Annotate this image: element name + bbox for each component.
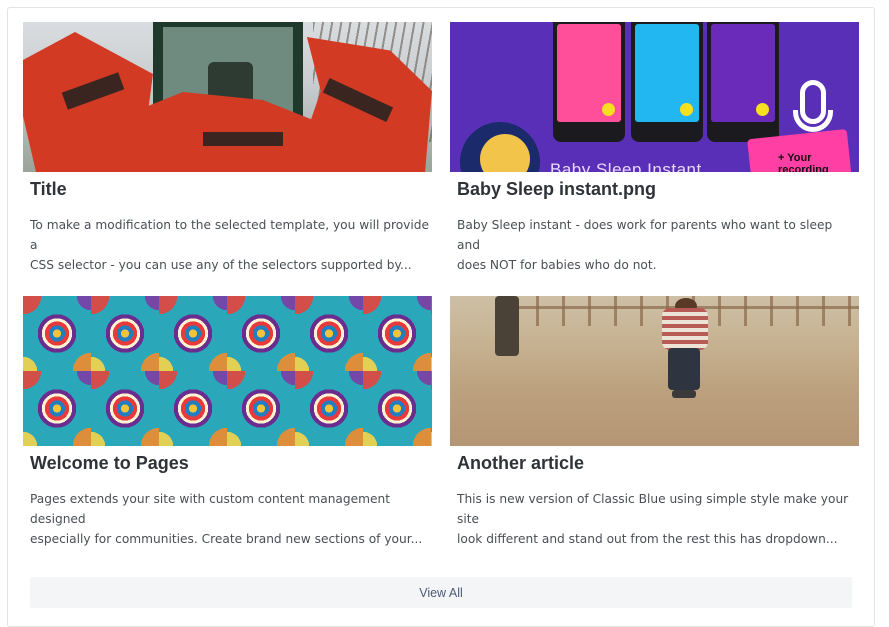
article-thumbnail[interactable]: Baby Sleep Instant + Your recording <box>450 22 859 172</box>
image-banner-text: Baby Sleep Instant <box>550 160 702 172</box>
view-all-button[interactable]: View All <box>30 577 852 608</box>
image-badge-text: + Your recording <box>778 152 829 172</box>
article-card[interactable]: Title To make a modification to the sele… <box>23 22 432 282</box>
article-excerpt: Pages extends your site with custom cont… <box>30 492 423 546</box>
article-thumbnail[interactable] <box>23 22 432 172</box>
article-title[interactable]: Title <box>30 179 67 200</box>
article-excerpt: This is new version of Classic Blue usin… <box>457 492 849 546</box>
article-thumbnail[interactable] <box>23 296 432 446</box>
article-excerpt: To make a modification to the selected t… <box>30 218 430 272</box>
article-title[interactable]: Another article <box>457 453 584 474</box>
article-excerpt: Baby Sleep instant - does work for paren… <box>457 218 833 272</box>
article-card[interactable]: Baby Sleep Instant + Your recording Baby… <box>450 22 859 282</box>
article-title[interactable]: Welcome to Pages <box>30 453 189 474</box>
article-card[interactable]: Welcome to Pages Pages extends your site… <box>23 296 432 556</box>
article-card[interactable]: Another article This is new version of C… <box>450 296 859 556</box>
article-thumbnail[interactable] <box>450 296 859 446</box>
article-title[interactable]: Baby Sleep instant.png <box>457 179 656 200</box>
